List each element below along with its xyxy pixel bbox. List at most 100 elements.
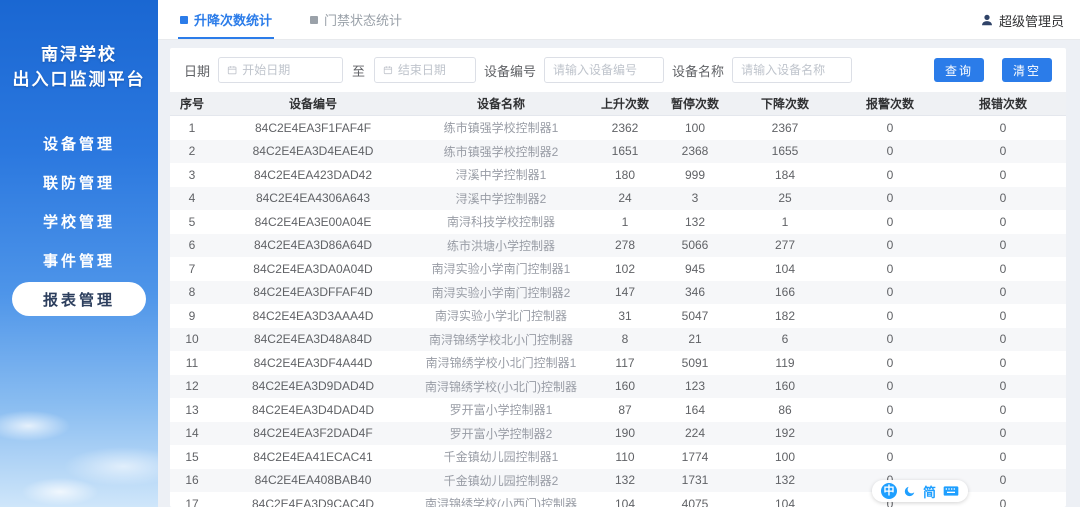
main-area: 升降次数统计 门禁状态统计 超级管理员 日期 开始日期 至 结束日期 设备编号 … [158,0,1080,507]
table-cell: 182 [774,308,796,323]
table-cell: 南浔锦绣学校(小北门)控制器 [425,379,577,394]
table-cell: 0 [886,261,894,276]
table-row: 4 84C2E4EA4306A643 浔溪中学控制器2 24 3 25 0 0 [170,186,1066,210]
ime-language-button[interactable]: 中 [880,483,897,499]
user-menu[interactable]: 超级管理员 [980,0,1064,40]
table-cell: 86 [778,402,792,417]
table-cell: 84C2E4EA3D3AAA4D [252,308,374,323]
table-row: 6 84C2E4EA3D86A64D 练市洪塘小学控制器 278 5066 277 0 0 [170,233,1066,257]
sidebar-item-event-management[interactable]: 事件管理 [12,243,146,277]
table-cell: 166 [774,285,796,300]
table-cell: 999 [684,167,706,182]
table-cell: 8 [621,332,629,347]
sidebar-item-school-management[interactable]: 学校管理 [12,204,146,238]
table-cell: 0 [886,191,894,206]
table-cell: 南浔实验小学南门控制器1 [431,262,571,277]
search-button[interactable]: 查询 [933,58,984,82]
table-cell: 0 [999,402,1007,417]
table-cell: 102 [614,261,636,276]
table-cell: 104 [614,496,636,507]
table-cell: 0 [886,426,894,441]
sidebar-item-device-management[interactable]: 设备管理 [12,126,146,160]
start-date-input[interactable] [218,57,344,83]
table-cell: 14 [185,426,199,441]
table-cell: 117 [615,355,635,370]
table-cell: 0 [886,214,894,229]
device-no-input[interactable] [544,57,665,83]
table-cell: 6 [188,238,196,253]
table-cell: 南浔锦绣学校北小门控制器 [428,332,573,347]
table-cell: 1731 [681,473,709,488]
table-cell: 190 [614,426,636,441]
table-cell: 0 [999,332,1007,347]
table-cell: 945 [684,261,706,276]
ime-simplified-button[interactable]: 简 [923,482,936,501]
table-cell: 0 [886,332,894,347]
column-header-device-name: 设备名称 [476,97,525,111]
table-body: 1 84C2E4EA3F1FAF4F 练市镇强学校控制器1 2362 100 2367 0 0… [170,116,1066,507]
device-name-label: 设备名称 [672,63,725,79]
table-cell: 0 [999,308,1007,323]
table-cell: 13 [185,402,199,417]
table-cell: 84C2E4EA3F1FAF4F [254,120,372,135]
table-cell: 16 [185,473,199,488]
table-cell: 3 [691,191,699,206]
table-cell: 192 [774,426,796,441]
topbar: 升降次数统计 门禁状态统计 超级管理员 [158,0,1080,40]
crescent-moon-icon[interactable] [904,485,916,497]
device-no-field[interactable] [553,63,656,77]
table-cell: 2367 [771,120,799,135]
sidebar-item-report-management[interactable]: 报表管理 [12,282,146,316]
table-cell: 5047 [681,308,709,323]
tab-lift-count-stats[interactable]: 升降次数统计 [177,0,275,39]
table-cell: 千金镇幼儿园控制器2 [443,473,559,488]
table-cell: 0 [999,379,1007,394]
column-header-up-count: 上升次数 [600,97,649,111]
table-cell: 84C2E4EA3F2DAD4F [253,426,373,441]
end-date-input[interactable] [374,57,477,83]
table-cell: 5066 [681,238,709,253]
table-cell: 0 [999,144,1007,159]
keyboard-icon[interactable] [943,485,959,497]
table-cell: 84C2E4EA3D4DAD4D [251,402,375,417]
table-cell: 84C2E4EA423DAD42 [253,167,373,182]
table-cell: 南浔实验小学北门控制器 [434,309,567,324]
table-cell: 0 [886,355,894,370]
device-name-field[interactable] [741,63,844,77]
table-row: 8 84C2E4EA3DFFAF4D 南浔实验小学南门控制器2 147 346 166 0 0 [170,280,1066,304]
device-name-input[interactable] [732,57,853,83]
table-cell: 5 [188,214,196,229]
table-cell: 7 [188,261,196,276]
table-cell: 84C2E4EA3D4EAE4D [252,144,374,159]
start-date-field[interactable] [242,63,335,77]
tab-access-status-stats[interactable]: 门禁状态统计 [310,0,402,39]
table-header: 序号 设备编号 设备名称 上升次数 暂停次数 下降次数 报警次数 报错次数 [170,92,1066,116]
table-cell: 110 [615,449,635,464]
calendar-icon [383,66,393,75]
ime-toolbar[interactable]: 中 简 [871,480,968,502]
table-cell: 277 [774,238,796,253]
table-row: 14 84C2E4EA3F2DAD4F 罗开富小学控制器2 190 224 192 0 0 [170,421,1066,445]
table-cell: 160 [614,379,636,394]
table-cell: 17 [185,496,199,507]
table-cell: 0 [886,238,894,253]
table-cell: 练市洪塘小学控制器 [446,238,555,253]
tab-label: 升降次数统计 [194,13,273,28]
table-cell: 180 [614,167,636,182]
table-cell: 南浔实验小学南门控制器2 [431,285,571,300]
user-icon [982,14,992,26]
table-row: 11 84C2E4EA3DF4A44D 南浔锦绣学校小北门控制器1 117 5091 11… [170,351,1066,375]
table-cell: 南浔锦绣学校(小西门)控制器 [425,497,577,507]
column-header-alarm-count: 报警次数 [865,97,914,111]
end-date-field[interactable] [397,63,468,77]
clear-button[interactable]: 清空 [1001,58,1052,82]
sidebar: 南浔学校 出入口监测平台 设备管理 联防管理 学校管理 事件管理 报表管理 [0,0,158,507]
table-cell: 84C2E4EA3E00A04E [254,214,372,229]
table-row: 15 84C2E4EA41ECAC41 千金镇幼儿园控制器1 110 1774 100 0 0 [170,445,1066,469]
table-cell: 0 [886,144,894,159]
column-header-index: 序号 [179,97,204,111]
sidebar-item-joint-defense-management[interactable]: 联防管理 [12,165,146,199]
table-cell: 0 [999,214,1007,229]
table-cell: 84C2E4EA3DFFAF4D [253,285,373,300]
tab-bar: 升降次数统计 门禁状态统计 [177,0,402,39]
